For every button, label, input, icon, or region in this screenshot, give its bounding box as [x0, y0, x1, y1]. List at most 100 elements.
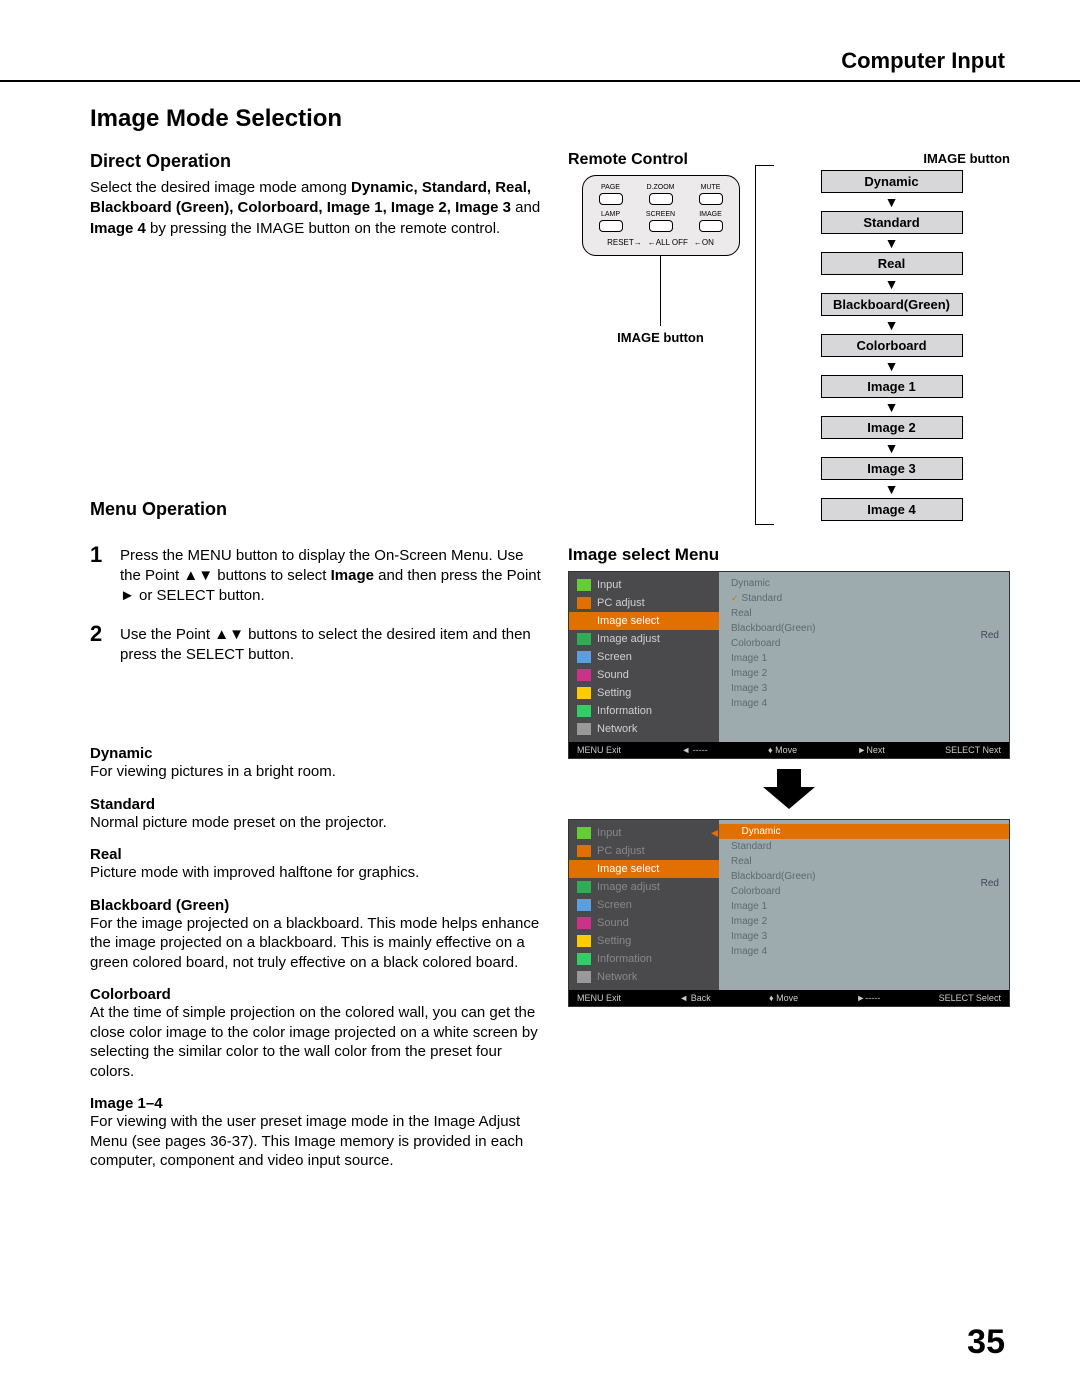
mode-description: For viewing pictures in a bright room. [90, 762, 544, 782]
osd-title: Image select Menu [568, 545, 1010, 565]
step-number: 2 [90, 621, 120, 666]
image-select-menu-figure: Image select Menu Input PC adjust Image se… [568, 545, 1010, 1007]
mode-name: Colorboard [90, 986, 544, 1003]
flow-node: Blackboard(Green) [821, 293, 963, 316]
osd-screenshot-1: InputPC adjustImage selectImage adjustSc… [568, 571, 1010, 759]
header-title: Computer Input [841, 48, 1005, 74]
direct-heading: Direct Operation [90, 151, 544, 172]
osd-item-icon [577, 845, 591, 857]
osd-foot-exit: MENU Exit [577, 745, 621, 755]
osd-left-item: Sound [569, 914, 719, 932]
osd-item-label: Sound [597, 917, 629, 929]
remote-control-figure: Remote Control PAGED.ZOOMMUTE LAMPSCREEN… [568, 151, 753, 345]
remote-button: LAMP [591, 211, 631, 232]
osd-right-item: Image 3 [719, 681, 1009, 696]
osd-right-item: Blackboard(Green) [719, 621, 1009, 636]
image-button-flow: IMAGE button Dynamic▼Standard▼Real▼Black… [773, 151, 1010, 521]
osd-item-icon [577, 863, 591, 875]
remote-label: Remote Control [568, 151, 753, 169]
osd-item-icon [577, 881, 591, 893]
direct-text-mid: and [511, 199, 540, 216]
flow-node: Image 2 [821, 416, 963, 439]
osd-item-icon [577, 579, 591, 591]
osd-item-icon [577, 651, 591, 663]
mode-item: StandardNormal picture mode preset on th… [90, 796, 544, 833]
osd-right-item: Dynamic [719, 824, 1009, 839]
osd-caret-icon: ▸ [711, 824, 718, 841]
osd-right-item: Standard [719, 591, 1009, 606]
step-2: 2 Use the Point ▲▼ buttons to select the… [90, 621, 544, 666]
osd-right-item: Dynamic [719, 576, 1009, 591]
step-text-bold: Image [331, 567, 374, 584]
osd-right-item: Colorboard [719, 636, 1009, 651]
mode-name: Standard [90, 796, 544, 813]
step-body: Use the Point ▲▼ buttons to select the d… [120, 621, 544, 666]
osd-caret-icon: ▸ [711, 612, 718, 629]
header-rule [0, 80, 1080, 82]
osd-right-item: Image 3 [719, 929, 1009, 944]
osd-item-icon [577, 597, 591, 609]
osd-item-label: Screen [597, 651, 632, 663]
osd-item-label: Image adjust [597, 881, 660, 893]
mode-name: Image 1–4 [90, 1095, 544, 1112]
remote-reset-label: ←ON [694, 238, 714, 247]
osd-footer: MENU Exit ◄ ----- ♦ Move ►Next SELECT Ne… [569, 742, 1009, 758]
step-number: 1 [90, 542, 120, 607]
osd-right-item: Blackboard(Green) [719, 869, 1009, 884]
osd-foot-select: SELECT Next [945, 745, 1001, 755]
osd-left-item: Input [569, 576, 719, 594]
mode-item: RealPicture mode with improved halftone … [90, 846, 544, 883]
direct-text-a: Select the desired image mode among [90, 179, 351, 196]
osd-left-item: Input [569, 824, 719, 842]
osd-item-label: Network [597, 723, 637, 735]
osd-left-item: Information [569, 950, 719, 968]
direct-text-bold2: Image 4 [90, 220, 146, 237]
mode-description: Normal picture mode preset on the projec… [90, 813, 544, 833]
osd-foot-next: ►----- [856, 993, 880, 1003]
osd-item-label: Sound [597, 669, 629, 681]
osd-item-label: Image select [597, 863, 659, 875]
osd-item-icon [577, 687, 591, 699]
flow-arrow-icon: ▼ [773, 277, 1010, 291]
page-number: 35 [967, 1323, 1005, 1362]
osd-right-item: Image 1 [719, 651, 1009, 666]
osd-left-item: Screen [569, 648, 719, 666]
osd-item-label: Input [597, 827, 621, 839]
flow-arrow-icon: ▼ [773, 359, 1010, 373]
osd-red-label: Red [981, 878, 999, 889]
mode-name: Real [90, 846, 544, 863]
osd-left-item: Image adjust [569, 878, 719, 896]
osd-item-icon [577, 633, 591, 645]
flow-arrow-icon: ▼ [773, 318, 1010, 332]
osd-item-label: Image select [597, 615, 659, 627]
osd-left-item: Information [569, 702, 719, 720]
osd-right-item: Colorboard [719, 884, 1009, 899]
osd-left-item: PC adjust [569, 594, 719, 612]
osd-foot-exit: MENU Exit [577, 993, 621, 1003]
step-text-a: Use the Point ▲▼ buttons to select the d… [120, 626, 531, 663]
osd-foot-back: ◄ ----- [681, 745, 707, 755]
osd-item-label: PC adjust [597, 845, 645, 857]
osd-right-item: Image 2 [719, 914, 1009, 929]
flow-node: Image 4 [821, 498, 963, 521]
osd-left-item: Setting [569, 684, 719, 702]
osd-right-item: Image 4 [719, 944, 1009, 959]
remote-button: PAGE [591, 184, 631, 205]
osd-left-item: PC adjust [569, 842, 719, 860]
mode-description: Picture mode with improved halftone for … [90, 863, 544, 883]
osd-item-label: Screen [597, 899, 632, 911]
osd-item-label: PC adjust [597, 597, 645, 609]
remote-button: IMAGE [691, 211, 731, 232]
osd-left-item: Image select [569, 860, 719, 878]
flow-arrow-icon: ▼ [773, 195, 1010, 209]
osd-foot-select: SELECT Select [939, 993, 1001, 1003]
osd-item-icon [577, 827, 591, 839]
mode-item: Blackboard (Green)For the image projecte… [90, 897, 544, 973]
mode-description: For the image projected on a blackboard.… [90, 914, 544, 973]
mode-name: Dynamic [90, 745, 544, 762]
osd-item-label: Setting [597, 935, 631, 947]
osd-right-item: Real [719, 606, 1009, 621]
osd-left-item: Screen [569, 896, 719, 914]
step-1: 1 Press the MENU button to display the O… [90, 542, 544, 607]
remote-pointer-line [660, 256, 661, 326]
